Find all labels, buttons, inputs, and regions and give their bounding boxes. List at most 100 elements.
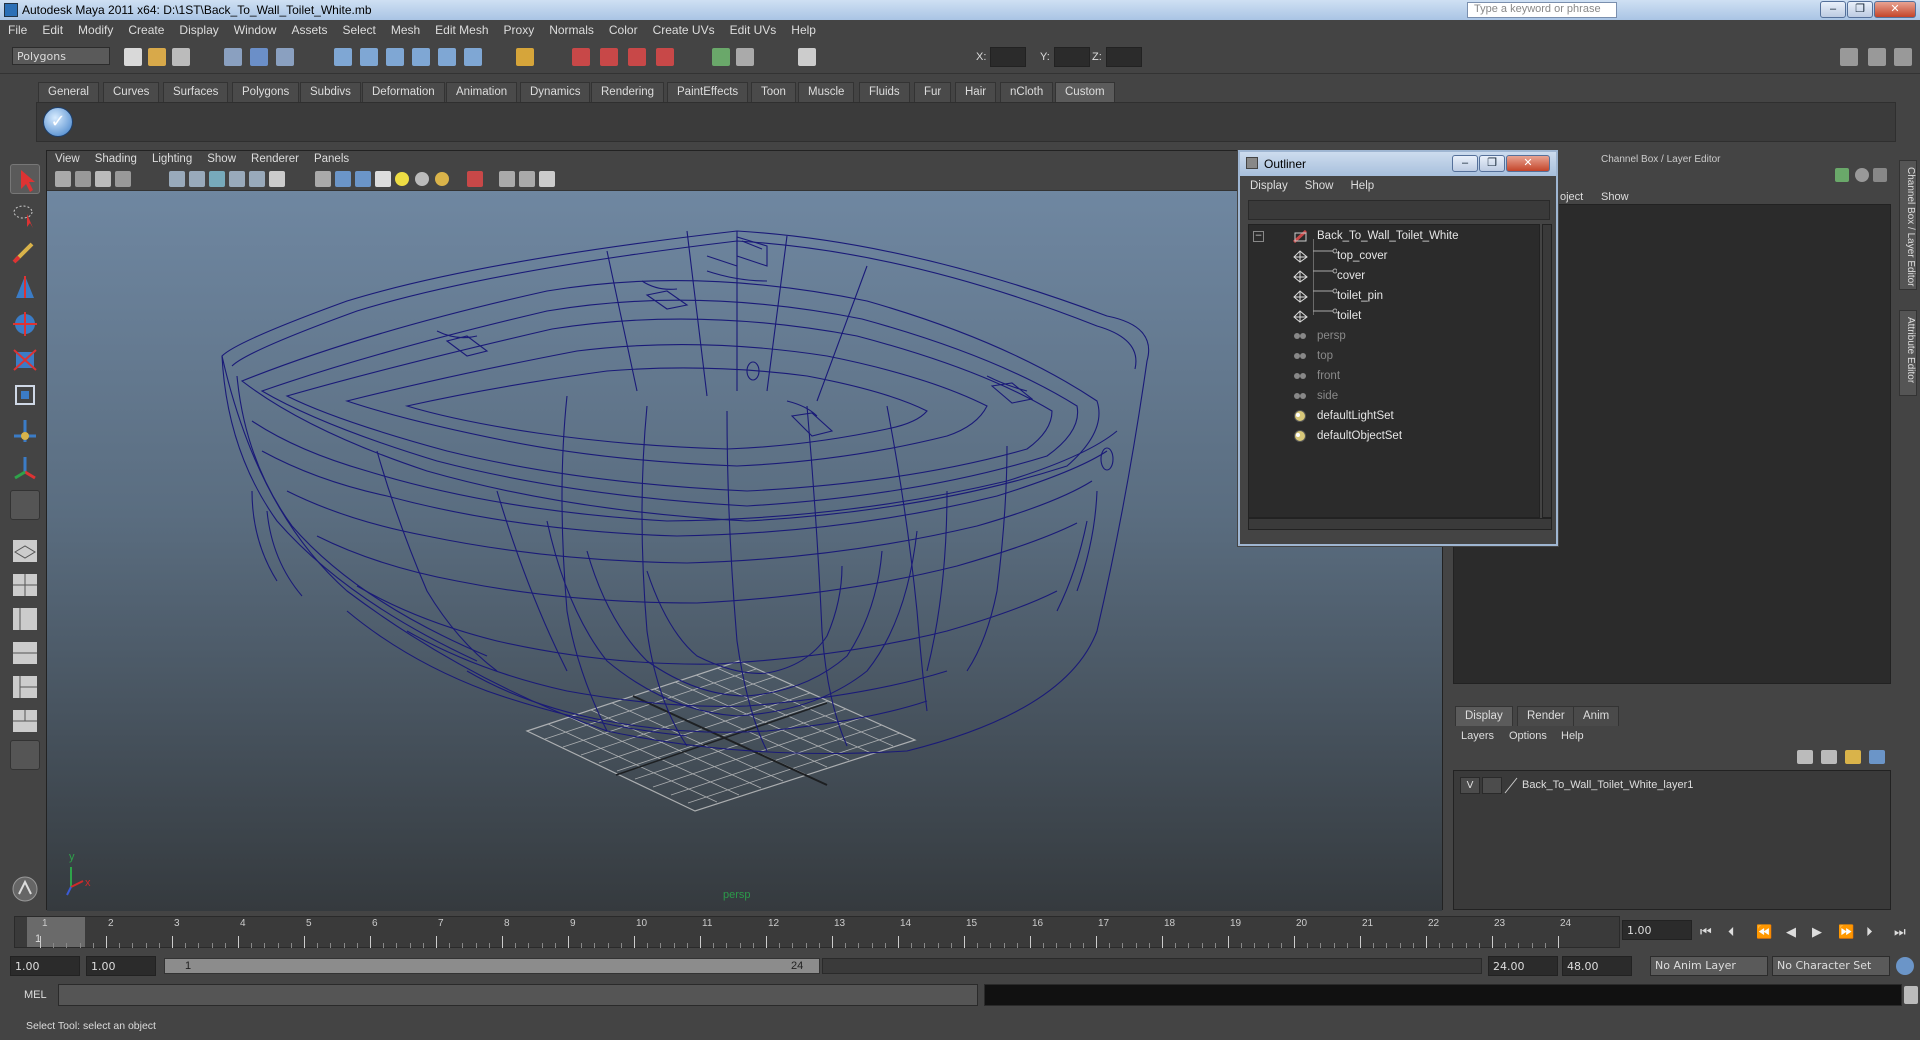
anim-layer-dropdown[interactable]: No Anim Layer bbox=[1650, 956, 1768, 976]
cb-menu-object-partial[interactable]: oject bbox=[1560, 191, 1583, 203]
outliner-filter-field[interactable] bbox=[1248, 200, 1550, 220]
tab-curves[interactable]: Curves bbox=[103, 82, 160, 102]
universal-manipulator-icon[interactable] bbox=[10, 416, 40, 446]
cb-menu-show[interactable]: Show bbox=[1601, 191, 1629, 203]
menu-file[interactable]: File bbox=[0, 20, 34, 37]
xray-joints-icon[interactable] bbox=[519, 171, 535, 187]
outliner-item-top[interactable]: top bbox=[1293, 349, 1533, 365]
command-input[interactable] bbox=[58, 984, 978, 1006]
toggle-channel-box-icon[interactable] bbox=[1840, 48, 1858, 66]
menu-set-dropdown[interactable]: Polygons bbox=[12, 47, 110, 65]
toggle-tool-settings-icon[interactable] bbox=[1868, 48, 1886, 66]
character-set-dropdown[interactable]: No Character Set bbox=[1772, 956, 1890, 976]
play-forward-icon[interactable]: ▶ bbox=[1812, 924, 1822, 940]
tab-dynamics[interactable]: Dynamics bbox=[520, 82, 591, 102]
menu-select[interactable]: Select bbox=[334, 20, 382, 37]
help-search-input[interactable]: Type a keyword or phrase bbox=[1467, 2, 1617, 18]
open-scene-icon[interactable] bbox=[148, 48, 166, 66]
bookmarks-icon[interactable] bbox=[95, 171, 111, 187]
tab-custom[interactable]: Custom bbox=[1055, 82, 1115, 102]
menu-create-uvs[interactable]: Create UVs bbox=[645, 20, 722, 37]
tab-fur[interactable]: Fur bbox=[914, 82, 952, 102]
camera-attributes-icon[interactable] bbox=[75, 171, 91, 187]
menu-edit-mesh[interactable]: Edit Mesh bbox=[427, 20, 495, 37]
outliner-vertical-scrollbar[interactable] bbox=[1542, 224, 1552, 518]
single-pane-layout-icon[interactable] bbox=[10, 536, 40, 566]
viewport-canvas[interactable]: y x persp bbox=[47, 191, 1442, 911]
select-camera-icon[interactable] bbox=[55, 171, 71, 187]
field-chart-icon[interactable] bbox=[249, 171, 265, 187]
menu-assets[interactable]: Assets bbox=[283, 20, 334, 37]
smooth-shade-icon[interactable] bbox=[335, 171, 351, 187]
tab-ncloth[interactable]: nCloth bbox=[1000, 82, 1054, 102]
vp-menu-shading[interactable]: Shading bbox=[87, 151, 144, 165]
toggle-attribute-editor-icon[interactable] bbox=[736, 48, 754, 66]
layer-type-toggle[interactable] bbox=[1482, 777, 1502, 794]
sculpt-tool-icon[interactable] bbox=[10, 272, 40, 302]
z-field[interactable] bbox=[1106, 47, 1142, 67]
menu-edit-uvs[interactable]: Edit UVs bbox=[722, 20, 784, 37]
render-frame-icon[interactable] bbox=[572, 48, 590, 66]
menu-edit[interactable]: Edit bbox=[34, 20, 70, 37]
make-live-icon[interactable] bbox=[438, 48, 456, 66]
hypershade-persp-layout-icon[interactable] bbox=[10, 672, 40, 702]
playback-start-field[interactable]: 1.00 bbox=[86, 956, 156, 976]
layer-menu-help[interactable]: Help bbox=[1561, 730, 1584, 742]
tab-subdivs[interactable]: Subdivs bbox=[300, 82, 361, 102]
outliner-item-default-light-set[interactable]: defaultLightSet bbox=[1293, 409, 1533, 425]
last-tool-icon[interactable] bbox=[10, 490, 40, 520]
layer-color-swatch[interactable] bbox=[1504, 777, 1518, 794]
step-back-frame-icon[interactable]: ⏴ bbox=[1728, 924, 1735, 940]
outliner-restore-button[interactable]: ❐ bbox=[1479, 155, 1505, 172]
outliner-menu-show[interactable]: Show bbox=[1295, 178, 1341, 192]
select-object-icon[interactable] bbox=[250, 48, 268, 66]
shadows-icon[interactable] bbox=[415, 172, 429, 186]
channel-box-layer-icon[interactable] bbox=[1855, 168, 1869, 182]
side-tab-channel-box[interactable]: Channel Box / Layer Editor bbox=[1899, 160, 1917, 290]
outliner-list[interactable]: − Back_To_Wall_Toilet_White top_cover co… bbox=[1248, 224, 1540, 518]
auto-key-icon[interactable] bbox=[1896, 957, 1914, 975]
gate-mask-icon[interactable] bbox=[229, 171, 245, 187]
go-to-start-icon[interactable]: ⏮ bbox=[1700, 924, 1712, 940]
lasso-tool-icon[interactable] bbox=[10, 200, 40, 230]
scale-tool-icon[interactable] bbox=[10, 380, 40, 410]
step-back-key-icon[interactable]: ⏪ bbox=[1756, 924, 1772, 940]
animation-end-field[interactable]: 48.00 bbox=[1562, 956, 1632, 976]
layout-options-icon[interactable] bbox=[10, 740, 40, 770]
y-field[interactable] bbox=[1054, 47, 1090, 67]
move-tool-icon[interactable] bbox=[10, 308, 40, 338]
tab-deformation[interactable]: Deformation bbox=[362, 82, 445, 102]
close-button[interactable]: ✕ bbox=[1874, 1, 1916, 18]
vp-menu-lighting[interactable]: Lighting bbox=[144, 151, 199, 165]
step-forward-frame-icon[interactable]: ⏵ bbox=[1866, 924, 1873, 940]
snap-grid-icon[interactable] bbox=[334, 48, 352, 66]
menu-help[interactable]: Help bbox=[783, 20, 823, 37]
outliner-item-top-cover[interactable]: top_cover bbox=[1293, 249, 1533, 265]
collapse-toggle[interactable]: − bbox=[1253, 231, 1264, 242]
save-scene-icon[interactable] bbox=[172, 48, 190, 66]
history-icon[interactable] bbox=[464, 48, 482, 66]
select-tool-icon[interactable] bbox=[10, 164, 40, 194]
current-time-field[interactable]: 1.00 bbox=[1622, 920, 1692, 940]
safe-action-icon[interactable] bbox=[269, 171, 285, 187]
render-settings-icon[interactable] bbox=[628, 48, 646, 66]
outliner-item-persp[interactable]: persp bbox=[1293, 329, 1533, 345]
persp-outliner-graph-layout-icon[interactable] bbox=[10, 706, 40, 736]
animation-start-field[interactable]: 1.00 bbox=[10, 956, 80, 976]
move-layer-down-icon[interactable] bbox=[1869, 750, 1885, 764]
new-layer-selected-icon[interactable] bbox=[1821, 750, 1837, 764]
minimize-button[interactable]: – bbox=[1820, 1, 1846, 18]
wireframe-icon[interactable] bbox=[315, 171, 331, 187]
outliner-item-side[interactable]: side bbox=[1293, 389, 1533, 405]
menu-display[interactable]: Display bbox=[171, 20, 225, 37]
range-slider-bar[interactable]: 1 24 bbox=[164, 958, 820, 974]
soft-modification-icon[interactable] bbox=[10, 452, 40, 482]
show-modeling-toolkit-icon[interactable] bbox=[712, 48, 730, 66]
outliner-horizontal-scrollbar[interactable] bbox=[1248, 518, 1552, 530]
side-tab-attribute-editor[interactable]: Attribute Editor bbox=[1899, 310, 1917, 396]
menu-window[interactable]: Window bbox=[226, 20, 284, 37]
use-all-lights-icon[interactable] bbox=[395, 172, 409, 186]
outliner-item-default-object-set[interactable]: defaultObjectSet bbox=[1293, 429, 1533, 445]
textured-icon[interactable] bbox=[375, 171, 391, 187]
tab-animation[interactable]: Animation bbox=[446, 82, 518, 102]
